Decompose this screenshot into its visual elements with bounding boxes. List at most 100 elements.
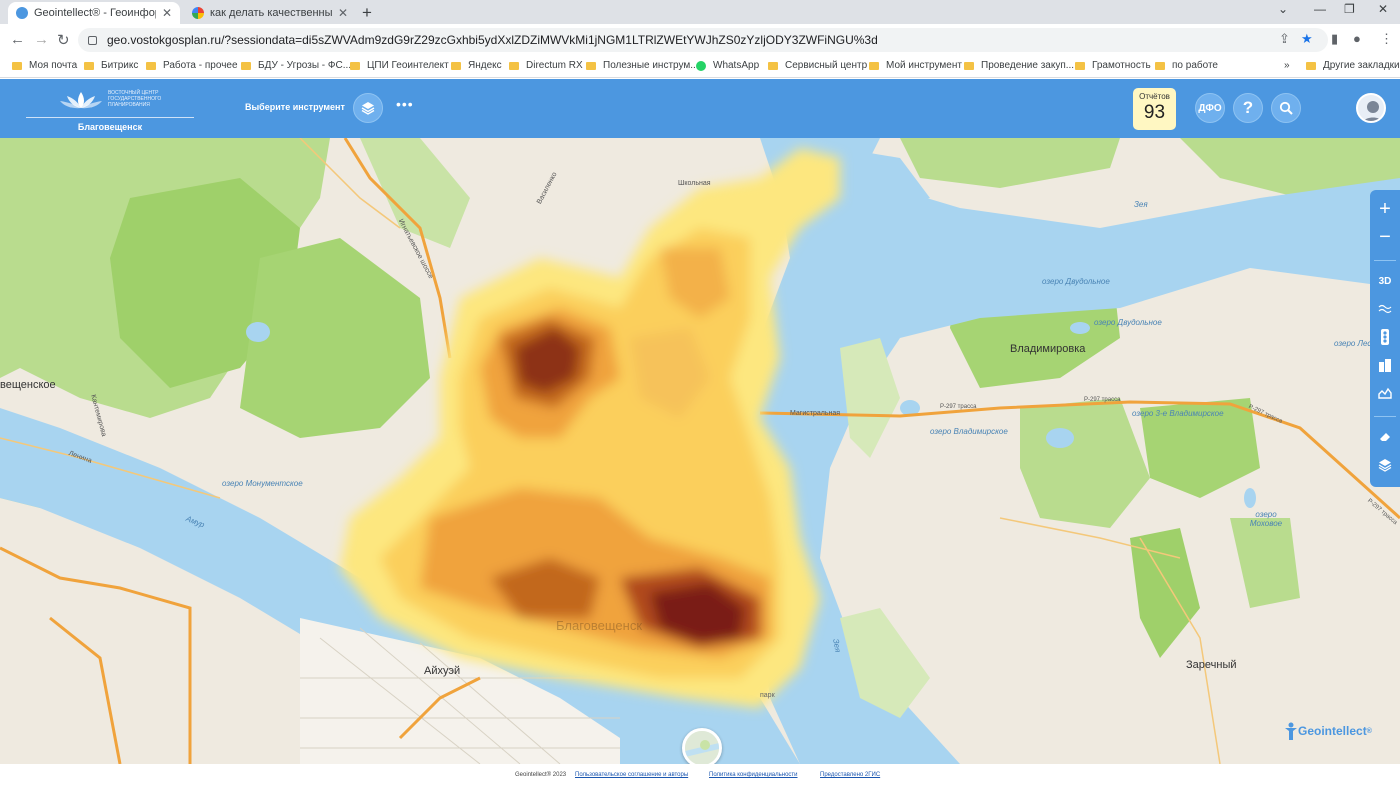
reports-counter[interactable]: Отчётов 93 bbox=[1133, 88, 1176, 130]
bookmark[interactable]: WhatsApp bbox=[696, 60, 759, 71]
more-menu-icon[interactable]: ••• bbox=[396, 96, 414, 112]
reload-icon[interactable]: ↻ bbox=[57, 31, 70, 49]
brand-name: Geointellect bbox=[1298, 724, 1367, 738]
3d-button[interactable]: 3D bbox=[1370, 268, 1400, 294]
share-icon[interactable]: ⇪ bbox=[1279, 31, 1290, 47]
map-label-lake: озеро Моховое bbox=[1249, 510, 1283, 528]
relief-button[interactable] bbox=[1370, 380, 1400, 406]
bookmark[interactable]: ЦПИ Геоинтелект bbox=[350, 60, 449, 71]
folder-icon bbox=[12, 61, 22, 70]
folder-icon bbox=[451, 61, 461, 70]
terms-link[interactable]: Пользовательское соглашение и авторы bbox=[575, 772, 688, 778]
geointellect-favicon-icon bbox=[16, 7, 28, 19]
copyright: Geointellect® 2023 bbox=[515, 772, 567, 778]
tab-title: как делать качественные снимк... bbox=[210, 7, 332, 19]
bookmark[interactable]: Грамотность bbox=[1075, 60, 1151, 71]
bookmarks-bar: Моя почта Битрикс Работа - прочее БДУ - … bbox=[0, 56, 1400, 78]
map-canvas[interactable]: вещенское Владимировка Заречный Айхуэй Б… bbox=[0, 138, 1400, 764]
search-button[interactable] bbox=[1271, 93, 1301, 123]
map-layers-button[interactable] bbox=[1370, 452, 1400, 478]
sidepanel-icon[interactable]: ▮ bbox=[1331, 31, 1338, 47]
star-icon[interactable]: ★ bbox=[1301, 31, 1313, 47]
chart-area-icon bbox=[1378, 387, 1392, 399]
tool-select[interactable]: Выберите инструмент▼ bbox=[245, 102, 361, 112]
minimap-button[interactable] bbox=[682, 728, 722, 768]
user-avatar[interactable] bbox=[1356, 93, 1386, 123]
brand-logo: Geointellect ® bbox=[1284, 722, 1372, 740]
bookmark[interactable]: Проведение закуп... bbox=[964, 60, 1074, 71]
layers-icon bbox=[1378, 459, 1392, 472]
minimap-thumbnail-icon bbox=[685, 731, 719, 765]
privacy-link[interactable]: Политика конфиденциальности bbox=[709, 772, 798, 778]
tab-title: Geointellect® - Геоинформаци... bbox=[34, 7, 156, 19]
logo[interactable]: ВОСТОЧНЫЙ ЦЕНТР ГОСУДАРСТВЕННОГО ПЛАНИРО… bbox=[26, 84, 194, 136]
layers-button[interactable] bbox=[353, 93, 383, 123]
map-label-lake: озеро 3-е Владимирское bbox=[1132, 409, 1224, 418]
bookmark[interactable]: Битрикс bbox=[84, 60, 138, 71]
restore-icon[interactable]: ❐ bbox=[1344, 2, 1355, 16]
bookmark[interactable]: Яндекс bbox=[451, 60, 502, 71]
traffic-light-icon bbox=[1381, 329, 1389, 345]
folder-icon bbox=[509, 61, 519, 70]
traffic-button[interactable] bbox=[1370, 324, 1400, 350]
search-icon bbox=[1279, 101, 1293, 115]
folder-icon bbox=[146, 61, 156, 70]
bookmark[interactable]: Моя почта bbox=[12, 60, 77, 71]
back-icon[interactable]: ← bbox=[10, 31, 25, 48]
folder-icon bbox=[1306, 61, 1316, 70]
map-label-lake: озеро Двудольное bbox=[1094, 318, 1162, 327]
city-name[interactable]: Благовещенск bbox=[26, 122, 194, 132]
browser-tab[interactable]: как делать качественные снимк... ✕ bbox=[184, 2, 356, 24]
water-layer-button[interactable] bbox=[1370, 296, 1400, 322]
map-label-lake: озеро Владимирское bbox=[930, 427, 1008, 436]
lock-icon bbox=[88, 35, 97, 45]
map-label-city: Благовещенск bbox=[556, 618, 643, 633]
zoom-out-button[interactable]: − bbox=[1370, 224, 1400, 250]
browser-tab-active[interactable]: Geointellect® - Геоинформаци... ✕ bbox=[8, 2, 180, 24]
bookmark[interactable]: Полезные инструм... bbox=[586, 60, 699, 71]
bookmark[interactable]: Работа - прочее bbox=[146, 60, 238, 71]
url-field[interactable]: geo.vostokgosplan.ru/?sessiondata=di5sZW… bbox=[78, 28, 1328, 52]
dfo-button[interactable]: ДФО bbox=[1195, 93, 1225, 123]
bookmark[interactable]: по работе bbox=[1155, 60, 1218, 71]
zoom-in-button[interactable]: + bbox=[1370, 196, 1400, 222]
map-label-park: парк bbox=[760, 692, 775, 699]
folder-icon bbox=[869, 61, 879, 70]
app-header: ВОСТОЧНЫЙ ЦЕНТР ГОСУДАРСТВЕННОГО ПЛАНИРО… bbox=[0, 79, 1400, 138]
google-favicon-icon bbox=[192, 7, 204, 19]
folder-icon bbox=[350, 61, 360, 70]
map-toolbar: + − 3D bbox=[1370, 190, 1400, 487]
map-label-lake: озеро Монументское bbox=[222, 479, 303, 488]
bookmark[interactable]: Мой инструмент bbox=[869, 60, 962, 71]
close-window-icon[interactable]: ✕ bbox=[1378, 2, 1388, 16]
map-label-town: Владимировка bbox=[1010, 343, 1086, 355]
whatsapp-icon bbox=[696, 60, 706, 71]
menu-icon[interactable]: ⋮ bbox=[1380, 31, 1393, 47]
eraser-button[interactable] bbox=[1370, 424, 1400, 450]
map-label-lake: озеро Лес bbox=[1334, 339, 1372, 348]
map-label-town: вещенское bbox=[0, 379, 56, 391]
new-tab-icon[interactable]: + bbox=[362, 3, 372, 23]
provider-link[interactable]: Предоставлено 2ГИС bbox=[820, 772, 880, 778]
bookmarks-overflow[interactable]: » bbox=[1284, 60, 1290, 71]
layers-icon bbox=[361, 102, 375, 115]
close-tab-icon[interactable]: ✕ bbox=[162, 6, 172, 20]
map-label-town: Заречный bbox=[1186, 659, 1237, 671]
close-tab-icon[interactable]: ✕ bbox=[338, 6, 348, 20]
minimize-icon[interactable]: — bbox=[1314, 2, 1326, 16]
other-bookmarks[interactable]: Другие закладки bbox=[1306, 60, 1400, 71]
bookmark[interactable]: Сервисный центр bbox=[768, 60, 867, 71]
tab-search-icon[interactable]: ⌄ bbox=[1278, 2, 1288, 16]
footer: Geointellect® 2023 Пользовательское согл… bbox=[0, 764, 1400, 786]
buildings-button[interactable] bbox=[1370, 352, 1400, 378]
map-label-road: Магистральная bbox=[790, 410, 841, 417]
bookmark[interactable]: Directum RX bbox=[509, 60, 583, 71]
help-button[interactable]: ? bbox=[1233, 93, 1263, 123]
wave-icon bbox=[1378, 304, 1392, 314]
bookmark[interactable]: БДУ - Угрозы - ФС... bbox=[241, 60, 351, 71]
forward-icon[interactable]: → bbox=[34, 31, 49, 48]
profile-icon[interactable]: ● bbox=[1353, 31, 1361, 46]
lotus-logo-icon bbox=[60, 92, 102, 109]
folder-icon bbox=[241, 61, 251, 70]
map-label-river: Зея bbox=[1134, 200, 1148, 209]
